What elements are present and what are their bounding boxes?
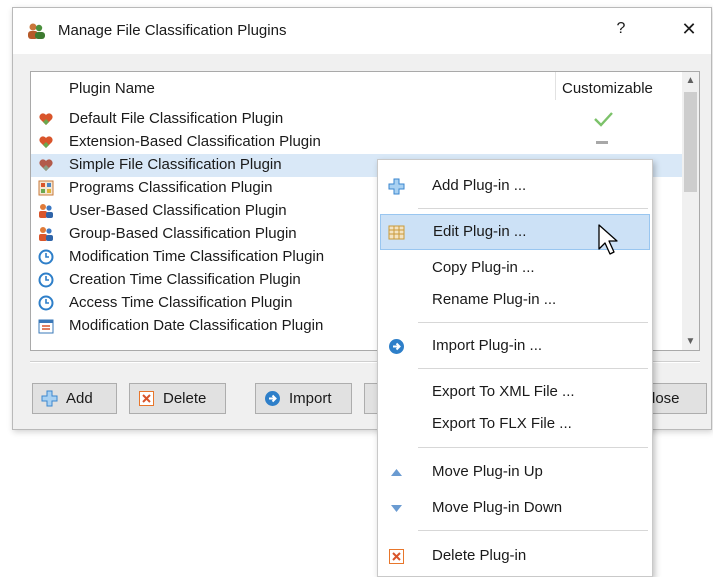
menu-item-rename-plugin[interactable]: Rename Plug-in ... — [380, 282, 650, 318]
delete-button[interactable]: Delete — [129, 383, 226, 414]
menu-separator — [418, 368, 648, 369]
edit-table-icon — [388, 225, 405, 240]
plugin-name: Access Time Classification Plugin — [69, 294, 293, 311]
menu-item-delete-plugin[interactable]: Delete Plug-in — [380, 538, 650, 574]
menu-item-export-xml[interactable]: Export To XML File ... — [380, 374, 650, 410]
delete-x-icon — [389, 549, 404, 564]
triangle-up-icon — [391, 469, 402, 476]
context-menu: Add Plug-in ... Edit Plug-in ... Copy Pl… — [377, 159, 653, 577]
close-window-button[interactable]: ✕ — [676, 19, 702, 40]
list-item[interactable]: Default File Classification Plugin — [31, 108, 682, 131]
menu-separator — [418, 530, 648, 531]
import-button[interactable]: Import — [255, 383, 352, 414]
plugin-name: Modification Time Classification Plugin — [69, 248, 325, 265]
import-arrow-icon — [389, 339, 404, 354]
plugin-name: Default File Classification Plugin — [69, 110, 284, 127]
triangle-down-icon — [391, 505, 402, 512]
plus-icon — [388, 178, 405, 195]
programs-grid-icon — [38, 180, 54, 196]
clock-icon — [38, 295, 54, 311]
users-icon — [39, 204, 53, 218]
plugin-name: Extension-Based Classification Plugin — [69, 133, 321, 150]
scroll-down-arrow-icon[interactable]: ▼ — [682, 333, 699, 350]
clock-icon — [38, 272, 54, 288]
scrollbar-thumb[interactable] — [684, 92, 697, 192]
check-icon — [594, 112, 613, 127]
plugin-name: Simple File Classification Plugin — [69, 156, 282, 173]
plus-icon — [41, 390, 58, 407]
window-title: Manage File Classification Plugins — [58, 22, 287, 39]
add-button[interactable]: Add — [32, 383, 117, 414]
plugin-name: Programs Classification Plugin — [69, 179, 273, 196]
delete-x-icon — [139, 391, 154, 406]
list-item[interactable]: Extension-Based Classification Plugin — [31, 131, 682, 154]
menu-item-export-flx[interactable]: Export To FLX File ... — [380, 406, 650, 442]
mouse-cursor-icon — [598, 224, 618, 255]
app-users-icon — [28, 23, 45, 39]
clock-icon — [38, 249, 54, 265]
menu-separator — [418, 208, 648, 209]
help-button[interactable]: ? — [609, 20, 633, 38]
heart-puzzle-icon — [39, 113, 53, 125]
plugin-name: Modification Date Classification Plugin — [69, 317, 324, 334]
list-header: Plugin Name Customizable — [31, 72, 682, 102]
column-divider[interactable] — [555, 72, 556, 100]
column-header-customizable[interactable]: Customizable — [562, 80, 653, 97]
menu-item-import-plugin[interactable]: Import Plug-in ... — [380, 328, 650, 364]
menu-item-add-plugin[interactable]: Add Plug-in ... — [380, 168, 650, 204]
vertical-scrollbar[interactable]: ▲ ▼ — [682, 72, 699, 350]
users-icon — [39, 227, 53, 241]
heart-puzzle-icon — [39, 136, 53, 148]
plugin-name: Creation Time Classification Plugin — [69, 271, 301, 288]
heart-puzzle-icon — [39, 159, 53, 171]
menu-item-move-up[interactable]: Move Plug-in Up — [380, 454, 650, 490]
calendar-icon — [38, 319, 54, 334]
menu-separator — [418, 447, 648, 448]
dash-icon — [596, 141, 608, 144]
title-bar[interactable]: Manage File Classification Plugins ? ✕ — [13, 8, 711, 54]
column-header-plugin-name[interactable]: Plugin Name — [69, 80, 155, 97]
scroll-up-arrow-icon[interactable]: ▲ — [682, 72, 699, 89]
plugin-name: User-Based Classification Plugin — [69, 202, 287, 219]
plugin-name: Group-Based Classification Plugin — [69, 225, 297, 242]
menu-separator — [418, 322, 648, 323]
menu-item-move-down[interactable]: Move Plug-in Down — [380, 490, 650, 526]
import-arrow-icon — [265, 391, 280, 406]
